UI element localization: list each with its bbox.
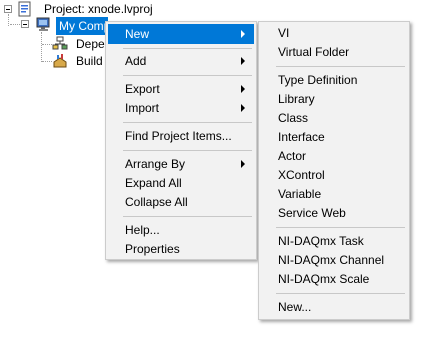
submenu-arrow-icon xyxy=(241,57,245,65)
menu-item-export-label: Export xyxy=(125,82,160,96)
menu-item-find-project-items[interactable]: Find Project Items... xyxy=(108,126,254,146)
menu-item-export[interactable]: Export xyxy=(108,79,254,99)
collapse-computer-toggle[interactable] xyxy=(21,20,29,28)
menu-item-new-label: New xyxy=(125,27,150,41)
submenu-item-virtual-folder-label: Virtual Folder xyxy=(278,45,350,59)
submenu-item-daqmx-task[interactable]: NI-DAQmx Task xyxy=(261,231,407,251)
menu-item-collapse-all-label: Collapse All xyxy=(125,195,188,209)
menu-separator xyxy=(123,122,252,123)
submenu-item-daqmx-channel[interactable]: NI-DAQmx Channel xyxy=(261,250,407,270)
submenu-item-daqmx-scale-label: NI-DAQmx Scale xyxy=(278,272,370,286)
menu-separator xyxy=(123,48,252,49)
menu-separator xyxy=(123,75,252,76)
submenu-item-new-ellipsis[interactable]: New... xyxy=(261,297,407,317)
menu-item-import[interactable]: Import xyxy=(108,98,254,118)
menu-item-help[interactable]: Help... xyxy=(108,220,254,240)
menu-separator xyxy=(276,293,405,294)
menu-item-properties-label: Properties xyxy=(125,242,180,256)
menu-item-add-label: Add xyxy=(125,54,147,68)
submenu-item-virtual-folder[interactable]: Virtual Folder xyxy=(261,42,407,62)
menu-item-import-label: Import xyxy=(125,101,160,115)
menu-item-arrange-by-label: Arrange By xyxy=(125,157,186,171)
submenu-arrow-icon xyxy=(241,160,245,168)
menu-item-expand-all-label: Expand All xyxy=(125,176,182,190)
menu-item-expand-all[interactable]: Expand All xyxy=(108,173,254,193)
collapse-project-toggle[interactable] xyxy=(4,5,12,13)
menu-separator xyxy=(123,150,252,151)
submenu-item-daqmx-channel-label: NI-DAQmx Channel xyxy=(278,253,385,267)
submenu-item-type-definition[interactable]: Type Definition xyxy=(261,70,407,90)
submenu-item-variable-label: Variable xyxy=(278,187,322,201)
submenu-item-class-label: Class xyxy=(278,111,309,125)
submenu-item-interface[interactable]: Interface xyxy=(261,127,407,147)
submenu-arrow-icon xyxy=(241,85,245,93)
tree-connector xyxy=(41,32,42,62)
menu-item-help-label: Help... xyxy=(125,223,160,237)
tree-connector xyxy=(42,61,52,62)
project-label[interactable]: Project: xnode.lvproj xyxy=(44,0,153,18)
submenu-item-library[interactable]: Library xyxy=(261,89,407,109)
menu-separator xyxy=(123,216,252,217)
submenu-item-xcontrol-label: XControl xyxy=(278,168,325,182)
submenu-item-daqmx-scale[interactable]: NI-DAQmx Scale xyxy=(261,269,407,289)
menu-item-collapse-all[interactable]: Collapse All xyxy=(108,192,254,212)
menu-separator xyxy=(276,227,405,228)
submenu-item-class[interactable]: Class xyxy=(261,108,407,128)
submenu-item-new-ellipsis-label: New... xyxy=(278,300,312,314)
submenu-item-library-label: Library xyxy=(278,92,315,106)
new-submenu: VI Virtual Folder Type Definition Librar… xyxy=(258,21,410,320)
submenu-arrow-icon xyxy=(241,104,245,112)
submenu-item-actor[interactable]: Actor xyxy=(261,146,407,166)
tree-connector xyxy=(8,14,9,26)
submenu-item-actor-label: Actor xyxy=(278,149,307,163)
menu-separator xyxy=(276,66,405,67)
computer-label[interactable]: My Computer xyxy=(56,17,108,35)
build-specifications-icon xyxy=(53,54,67,68)
menu-item-properties[interactable]: Properties xyxy=(108,239,254,259)
menu-item-find-project-items-label: Find Project Items... xyxy=(125,129,232,143)
project-icon xyxy=(18,1,31,17)
tree-connector xyxy=(42,44,52,45)
submenu-item-interface-label: Interface xyxy=(278,130,325,144)
submenu-item-xcontrol[interactable]: XControl xyxy=(261,165,407,185)
submenu-item-vi-label: VI xyxy=(278,26,290,40)
submenu-item-service-web-label: Service Web xyxy=(278,206,346,220)
build-specifications-label[interactable]: Build Specifications xyxy=(76,52,106,70)
submenu-item-vi[interactable]: VI xyxy=(261,23,407,43)
context-menu: New Add Export Import Find Project Items… xyxy=(105,21,257,260)
submenu-item-variable[interactable]: Variable xyxy=(261,184,407,204)
dependencies-icon xyxy=(52,36,68,50)
submenu-item-daqmx-task-label: NI-DAQmx Task xyxy=(278,234,364,248)
submenu-item-type-definition-label: Type Definition xyxy=(278,73,358,87)
submenu-item-service-web[interactable]: Service Web xyxy=(261,203,407,223)
dependencies-label[interactable]: Dependencies xyxy=(76,35,106,53)
menu-item-add[interactable]: Add xyxy=(108,51,254,71)
computer-icon xyxy=(36,17,50,31)
menu-item-new[interactable]: New xyxy=(108,24,254,44)
menu-item-arrange-by[interactable]: Arrange By xyxy=(108,154,254,174)
submenu-arrow-icon xyxy=(241,30,245,38)
